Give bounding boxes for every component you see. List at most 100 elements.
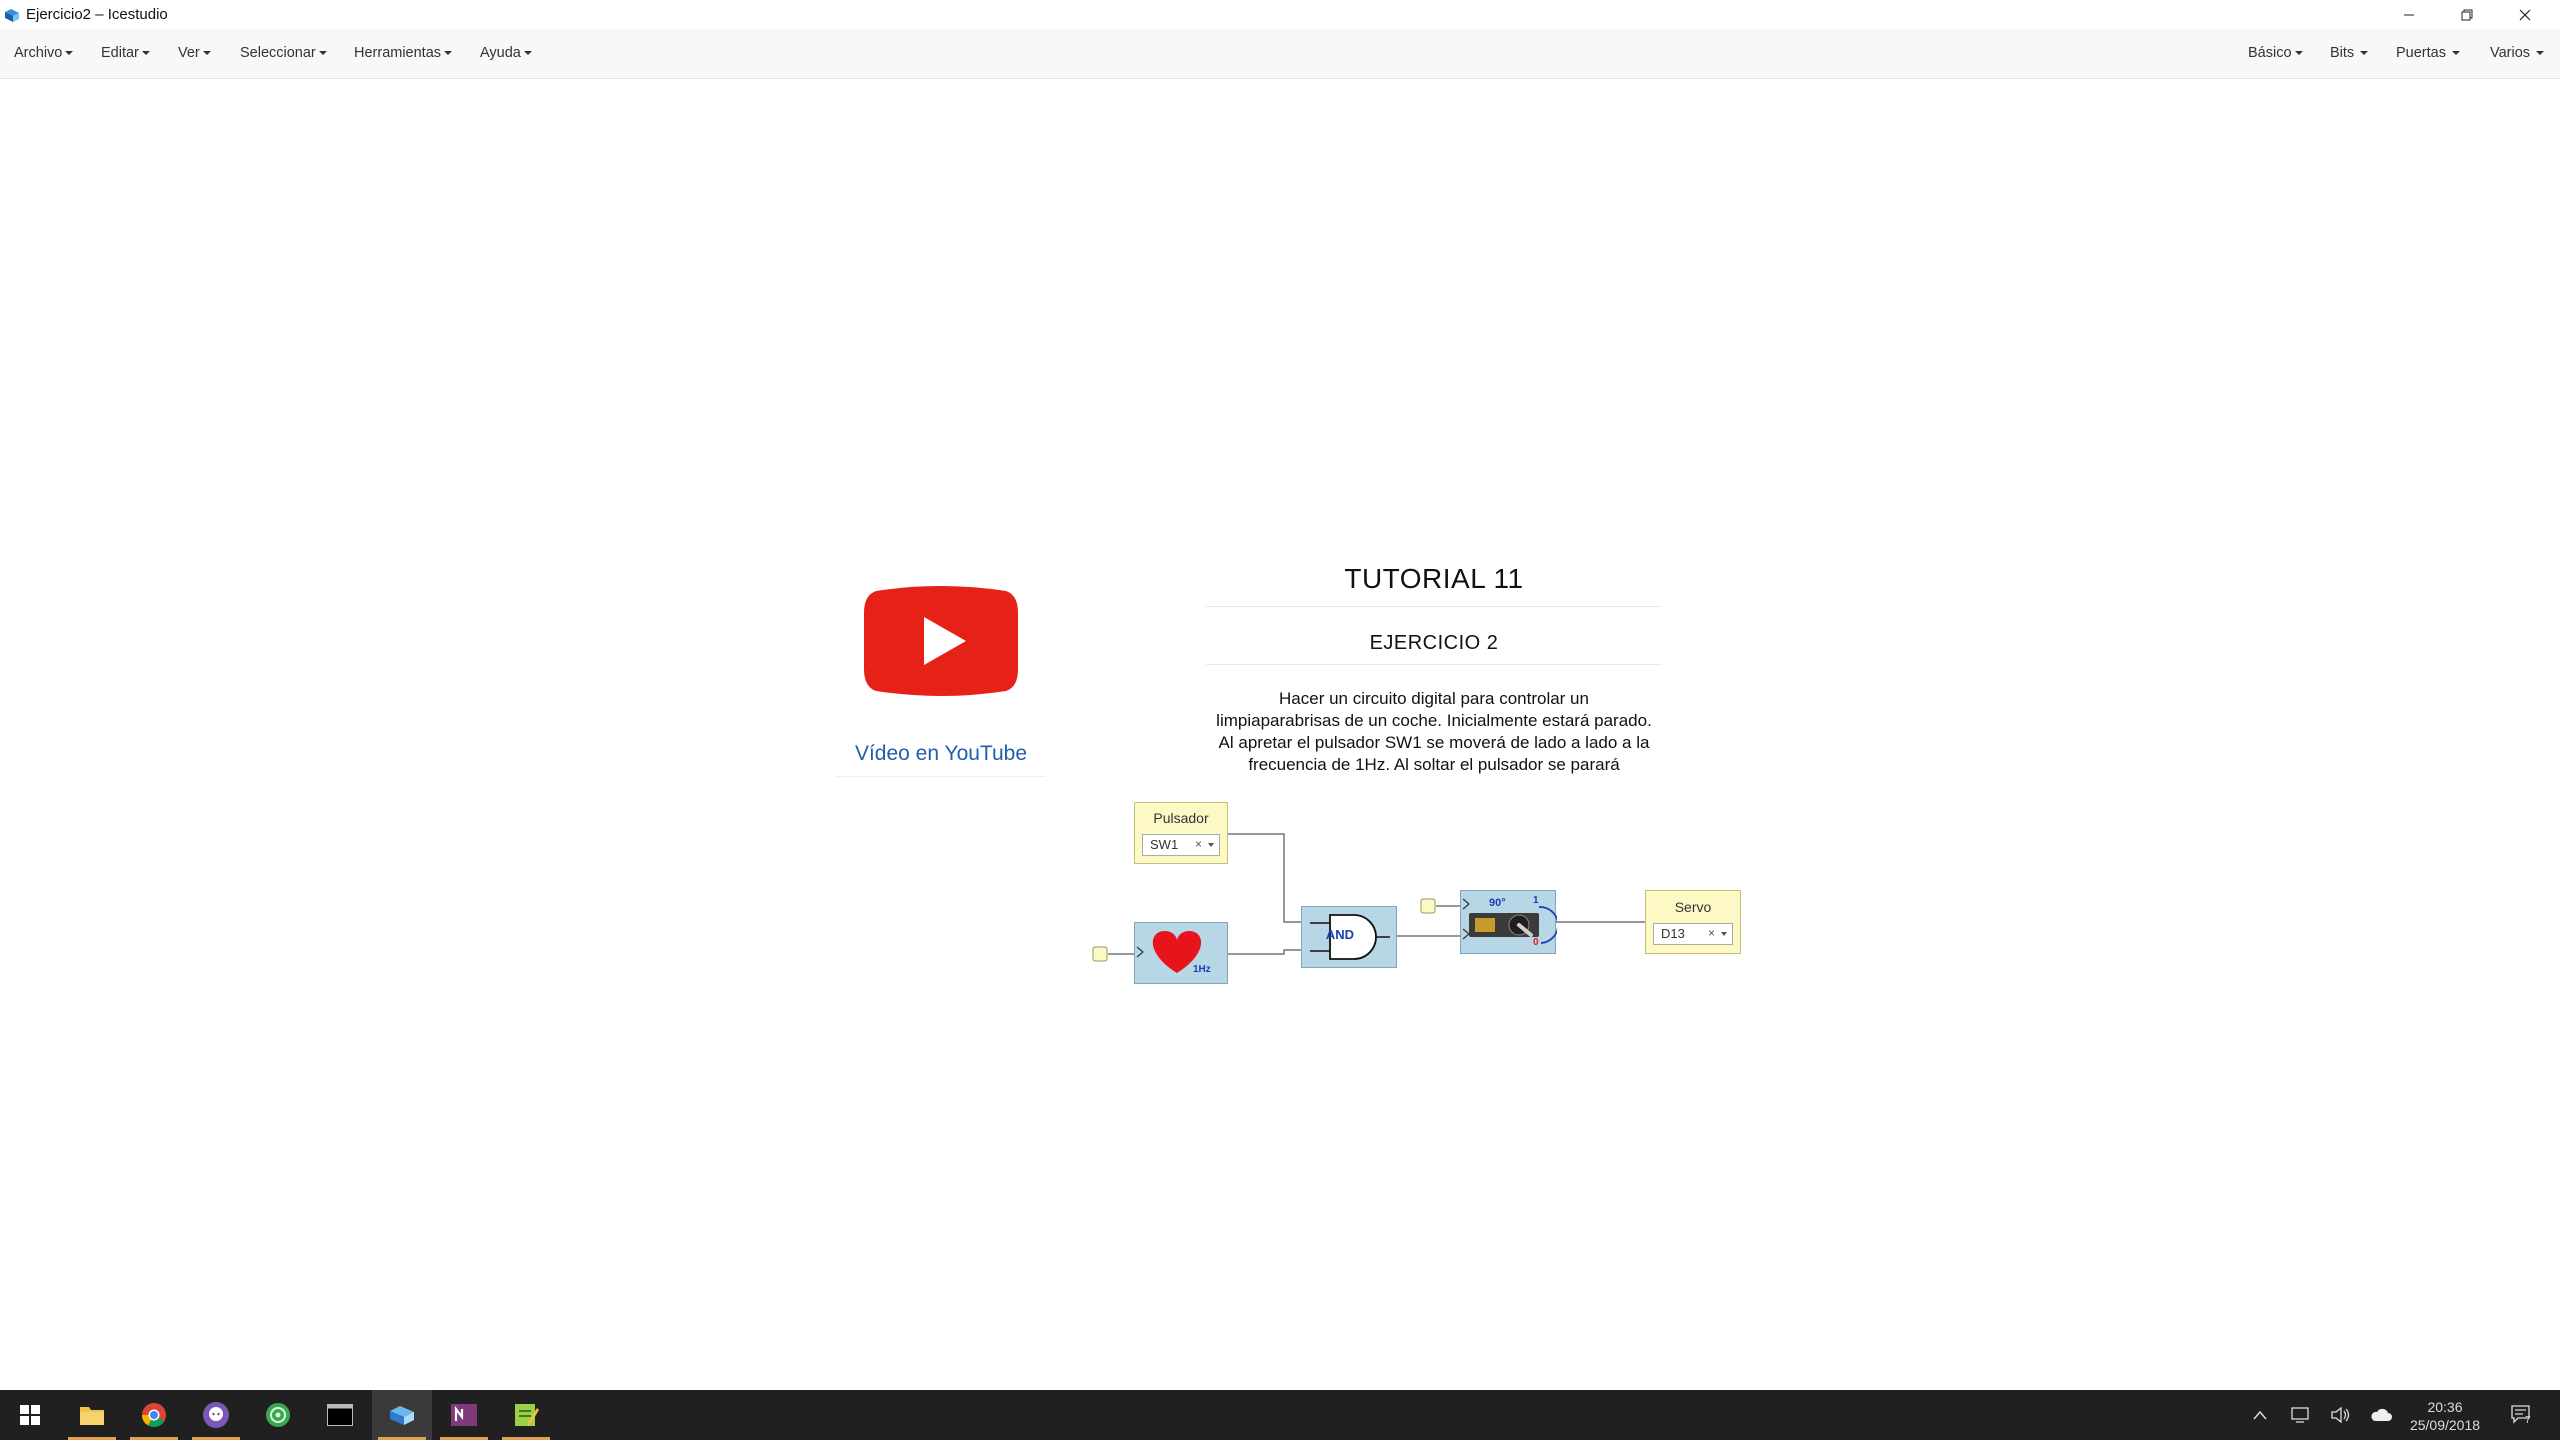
menu-label: Varios bbox=[2490, 45, 2531, 61]
caret-down-icon bbox=[2294, 51, 2303, 56]
frequency-label: 1Hz bbox=[1193, 964, 1211, 975]
taskbar-editor[interactable] bbox=[496, 1390, 556, 1440]
close-button[interactable] bbox=[2496, 0, 2554, 29]
terminal-icon bbox=[327, 1404, 353, 1426]
description-line: Hacer un circuito digital para controlar… bbox=[1279, 689, 1589, 708]
caret-down-icon bbox=[141, 51, 150, 56]
pin-value: SW1 bbox=[1150, 837, 1179, 852]
input-port-icon[interactable] bbox=[1420, 898, 1438, 915]
and-gate-block[interactable]: AND bbox=[1301, 906, 1397, 968]
menu-basico[interactable]: Básico bbox=[2248, 29, 2303, 79]
state-label-low: 0 bbox=[1533, 937, 1539, 948]
window-title: Ejercicio2 – Icestudio bbox=[26, 6, 168, 23]
taskbar-file-explorer[interactable] bbox=[62, 1390, 122, 1440]
windows-logo-icon bbox=[20, 1405, 40, 1425]
menu-label: Básico bbox=[2248, 45, 2292, 61]
taskbar-terminal[interactable] bbox=[310, 1390, 370, 1440]
menu-archivo[interactable]: Archivo bbox=[14, 29, 74, 79]
menu-label: Bits bbox=[2330, 45, 2355, 61]
link-underline bbox=[836, 776, 1046, 777]
github-icon bbox=[203, 1402, 229, 1428]
menu-label: Archivo bbox=[14, 45, 63, 61]
pin-value: D13 bbox=[1661, 926, 1685, 941]
caret-down-icon bbox=[318, 51, 327, 56]
menu-ver[interactable]: Ver bbox=[178, 29, 211, 79]
taskbar-green-app[interactable] bbox=[248, 1390, 308, 1440]
menu-herramientas[interactable]: Herramientas bbox=[354, 29, 453, 79]
icestudio-app-icon bbox=[5, 8, 19, 22]
heartbeat-1hz-block[interactable]: 1Hz bbox=[1134, 922, 1228, 984]
menu-label: Editar bbox=[101, 45, 139, 61]
exercise-description: Hacer un circuito digital para controlar… bbox=[1200, 688, 1668, 776]
tray-onedrive[interactable] bbox=[2368, 1390, 2394, 1440]
system-clock[interactable]: 20:36 25/09/2018 bbox=[2395, 1398, 2495, 1434]
menu-bits[interactable]: Bits bbox=[2330, 29, 2369, 79]
exercise-title: EJERCICIO 2 bbox=[1369, 632, 1499, 654]
youtube-logo-icon[interactable] bbox=[862, 583, 1020, 699]
menu-bar: Archivo Editar Ver Seleccionar Herramien… bbox=[0, 29, 2560, 79]
menu-editar[interactable]: Editar bbox=[101, 29, 150, 79]
caret-down-icon bbox=[202, 51, 211, 56]
notification-count: 7 bbox=[2525, 1415, 2531, 1426]
tray-volume[interactable] bbox=[2328, 1390, 2354, 1440]
pin-select[interactable]: D13 × bbox=[1653, 923, 1733, 945]
title-bar: Ejercicio2 – Icestudio bbox=[0, 0, 2560, 29]
caret-down-icon bbox=[2536, 51, 2545, 56]
servo-controller-block[interactable]: 90° 1 0 bbox=[1460, 890, 1557, 954]
menu-label: Puertas bbox=[2396, 45, 2446, 61]
taskbar: 20:36 25/09/2018 7 bbox=[0, 1390, 2560, 1440]
editor-icon bbox=[515, 1404, 539, 1426]
tray-show-hidden[interactable] bbox=[2248, 1390, 2272, 1440]
chevron-up-icon bbox=[2253, 1410, 2267, 1420]
chrome-icon bbox=[142, 1403, 166, 1428]
block-label: Servo bbox=[1674, 899, 1712, 915]
green-globe-icon bbox=[266, 1403, 290, 1427]
caret-down-icon bbox=[444, 51, 453, 56]
menu-ayuda[interactable]: Ayuda bbox=[480, 29, 532, 79]
taskbar-onenote[interactable] bbox=[434, 1390, 494, 1440]
caret-down-icon bbox=[523, 51, 532, 56]
taskbar-icestudio[interactable] bbox=[372, 1390, 432, 1440]
clock-time: 20:36 bbox=[2427, 1399, 2463, 1415]
restore-button[interactable] bbox=[2438, 0, 2496, 29]
input-port-icon[interactable] bbox=[1092, 946, 1110, 963]
volume-icon bbox=[2331, 1407, 2350, 1423]
gate-label: AND bbox=[1325, 927, 1355, 942]
angle-label: 90° bbox=[1489, 897, 1506, 909]
divider bbox=[1206, 606, 1662, 607]
divider bbox=[1206, 664, 1662, 665]
heart-icon bbox=[1136, 931, 1202, 973]
pin-select[interactable]: SW1 × bbox=[1142, 834, 1220, 856]
menu-label: Ayuda bbox=[480, 45, 521, 61]
tray-network[interactable] bbox=[2288, 1390, 2314, 1440]
caret-down-icon bbox=[65, 51, 74, 56]
caret-down-icon bbox=[2451, 51, 2460, 56]
menu-seleccionar[interactable]: Seleccionar bbox=[240, 29, 327, 79]
clear-icon[interactable]: × bbox=[1195, 837, 1202, 851]
menu-label: Herramientas bbox=[354, 45, 442, 61]
menu-puertas[interactable]: Puertas bbox=[2396, 29, 2460, 79]
onenote-icon bbox=[451, 1404, 477, 1426]
folder-icon bbox=[80, 1407, 104, 1425]
taskbar-github-desktop[interactable] bbox=[186, 1390, 246, 1440]
dropdown-arrow-icon[interactable] bbox=[1721, 932, 1727, 936]
state-label-high: 1 bbox=[1533, 895, 1539, 906]
minimize-icon bbox=[2404, 14, 2414, 15]
block-label: Pulsador bbox=[1153, 810, 1209, 826]
start-button[interactable] bbox=[0, 1390, 60, 1440]
description-line: frecuencia de 1Hz. Al soltar el pulsador… bbox=[1248, 755, 1620, 774]
output-block-servo[interactable]: Servo D13 × bbox=[1645, 890, 1741, 954]
tutorial-title: TUTORIAL 11 bbox=[1344, 563, 1524, 594]
minimize-button[interactable] bbox=[2380, 0, 2438, 29]
dropdown-arrow-icon[interactable] bbox=[1208, 843, 1214, 847]
restore-icon bbox=[2461, 9, 2473, 20]
caret-down-icon bbox=[2360, 51, 2369, 56]
taskbar-chrome[interactable] bbox=[124, 1390, 184, 1440]
action-center-button[interactable]: 7 bbox=[2505, 1390, 2539, 1440]
youtube-video-link[interactable]: Vídeo en YouTube bbox=[836, 742, 1046, 766]
input-block-pulsador[interactable]: Pulsador SW1 × bbox=[1134, 802, 1228, 864]
menu-varios[interactable]: Varios bbox=[2490, 29, 2545, 79]
servo-icon bbox=[1462, 898, 1557, 944]
clear-icon[interactable]: × bbox=[1708, 926, 1715, 940]
menu-label: Seleccionar bbox=[240, 45, 316, 61]
